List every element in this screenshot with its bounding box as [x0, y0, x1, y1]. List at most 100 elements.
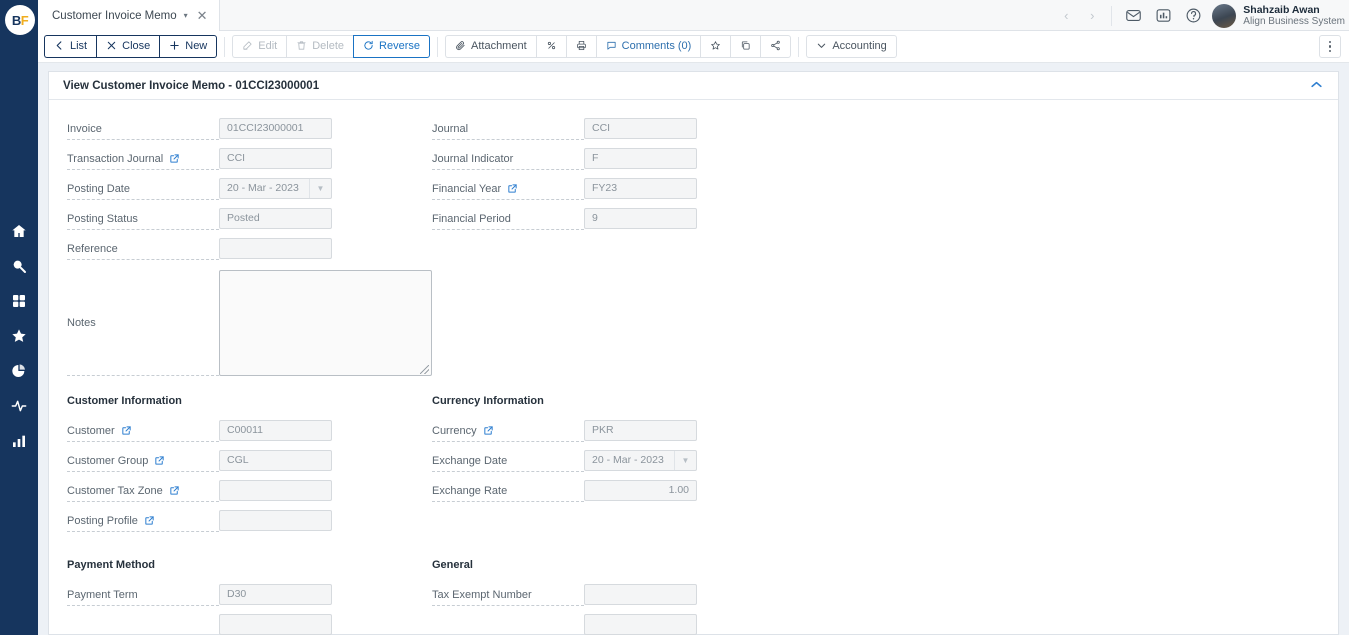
field-control: 20 - Mar - 2023 ▼	[219, 178, 332, 200]
app-logo[interactable]: BF	[5, 5, 35, 35]
left-navigation-rail: BF	[0, 0, 38, 635]
print-button[interactable]	[565, 35, 596, 59]
user-organization: Align Business System	[1243, 15, 1345, 27]
share-button[interactable]	[760, 35, 792, 59]
invoice-input[interactable]: 01CCI23000001	[219, 118, 332, 140]
chevron-down-icon[interactable]: ▼	[674, 451, 696, 471]
tab-label: Customer Invoice Memo	[52, 9, 177, 22]
resize-handle-icon[interactable]	[420, 365, 429, 375]
external-link-icon[interactable]	[169, 153, 180, 164]
user-profile[interactable]: Shahzaib Awan Align Business System	[1208, 3, 1345, 28]
section-heading: Currency Information	[432, 395, 544, 408]
external-link-icon[interactable]	[154, 455, 165, 466]
reference-input[interactable]	[219, 238, 332, 260]
close-button[interactable]: Close	[96, 35, 160, 59]
field-label: Journal Indicator	[432, 148, 584, 171]
field-label: Customer Tax Zone	[67, 480, 219, 503]
more-options-icon[interactable]	[1319, 35, 1341, 59]
print-icon	[576, 40, 587, 54]
exchange-rate-input[interactable]: 1.00	[584, 480, 697, 502]
comments-button[interactable]: Comments (0)	[595, 35, 701, 59]
external-link-icon[interactable]	[169, 485, 180, 496]
customer-tax-zone-input[interactable]	[219, 480, 332, 502]
posting-profile-input[interactable]	[219, 510, 332, 532]
reverse-button[interactable]: Reverse	[353, 35, 430, 59]
posting-status-input[interactable]: Posted	[219, 208, 332, 230]
nav-back-button[interactable]: ‹	[1053, 8, 1079, 23]
field-control: C00011	[219, 420, 332, 442]
field-label-text: Financial Year	[432, 182, 502, 195]
notes-textarea[interactable]	[219, 270, 432, 377]
sidebar-item-reports[interactable]	[0, 353, 38, 388]
percent-icon	[546, 40, 557, 54]
attachment-button[interactable]: Attachment	[445, 35, 536, 59]
sidebar-item-apps[interactable]	[0, 283, 38, 318]
favorite-button[interactable]	[700, 35, 731, 59]
copy-button[interactable]	[730, 35, 761, 59]
help-icon[interactable]	[1178, 0, 1208, 31]
sidebar-item-favorites[interactable]	[0, 318, 38, 353]
field-label: Tax Exempt Number	[432, 584, 584, 607]
field-general-extra	[432, 614, 797, 635]
financial-period-input[interactable]: 9	[584, 208, 697, 230]
edit-button[interactable]: Edit	[232, 35, 287, 59]
home-icon	[11, 223, 27, 239]
delete-button[interactable]: Delete	[286, 35, 354, 59]
field-control	[219, 480, 332, 502]
payment-term-input[interactable]: D30	[219, 584, 332, 606]
journal-indicator-input[interactable]: F	[584, 148, 697, 170]
attachment-button-label: Attachment	[471, 40, 527, 53]
chevron-up-icon[interactable]	[1309, 77, 1324, 95]
tax-exempt-number-input[interactable]	[584, 584, 697, 606]
mail-icon[interactable]	[1118, 0, 1148, 31]
list-button[interactable]: List	[44, 35, 97, 59]
percent-button[interactable]	[535, 35, 566, 59]
share-icon	[770, 40, 781, 54]
posting-date-picker[interactable]: 20 - Mar - 2023 ▼	[219, 178, 332, 200]
dot	[1328, 49, 1332, 53]
tab-customer-invoice-memo[interactable]: Customer Invoice Memo ▾ ✕	[38, 0, 220, 31]
field-payment-extra	[67, 614, 432, 635]
copy-icon	[740, 40, 751, 54]
transaction-journal-input[interactable]: CCI	[219, 148, 332, 170]
card-body: Invoice 01CCI23000001 Transaction Journa…	[49, 100, 1338, 635]
chevron-down-icon[interactable]: ▼	[309, 179, 331, 199]
financial-year-input[interactable]: FY23	[584, 178, 697, 200]
field-journal: Journal CCI	[432, 118, 797, 148]
general-extra-input[interactable]	[584, 614, 697, 635]
chevron-left-icon	[54, 40, 65, 54]
chart-icon[interactable]	[1148, 0, 1178, 31]
external-link-icon[interactable]	[507, 183, 518, 194]
customer-group-input[interactable]: CGL	[219, 450, 332, 472]
payment-method-section: Payment Method Payment Term D30	[67, 556, 432, 635]
sidebar-item-analytics[interactable]	[0, 423, 38, 458]
list-button-label: List	[70, 40, 88, 53]
sidebar-item-search[interactable]	[0, 248, 38, 283]
field-notes: Notes	[67, 270, 432, 377]
field-label: Exchange Rate	[432, 480, 584, 503]
field-label: Posting Status	[67, 208, 219, 231]
chevron-down-icon[interactable]: ▾	[184, 11, 188, 20]
customer-input[interactable]: C00011	[219, 420, 332, 442]
journal-input[interactable]: CCI	[584, 118, 697, 140]
currency-input[interactable]: PKR	[584, 420, 697, 442]
field-label: Transaction Journal	[67, 148, 219, 171]
sidebar-item-activity[interactable]	[0, 388, 38, 423]
external-link-icon[interactable]	[121, 425, 132, 436]
page-content: View Customer Invoice Memo - 01CCI230000…	[38, 63, 1349, 635]
pie-chart-icon	[11, 363, 27, 379]
new-button[interactable]: New	[159, 35, 218, 59]
sidebar-item-home[interactable]	[0, 213, 38, 248]
external-link-icon[interactable]	[144, 515, 155, 526]
accounting-button-label: Accounting	[832, 40, 887, 53]
payment-extra-input[interactable]	[219, 614, 332, 635]
exchange-date-picker[interactable]: 20 - Mar - 2023 ▼	[584, 450, 697, 472]
nav-forward-button[interactable]: ›	[1079, 8, 1105, 23]
payment-general-row: Payment Method Payment Term D30 General …	[67, 556, 1338, 635]
close-icon[interactable]: ✕	[197, 9, 208, 22]
external-link-icon[interactable]	[483, 425, 494, 436]
currency-information-section: Currency Information Currency PKR Exchan…	[432, 392, 797, 540]
accounting-dropdown-button[interactable]: Accounting	[806, 35, 897, 59]
